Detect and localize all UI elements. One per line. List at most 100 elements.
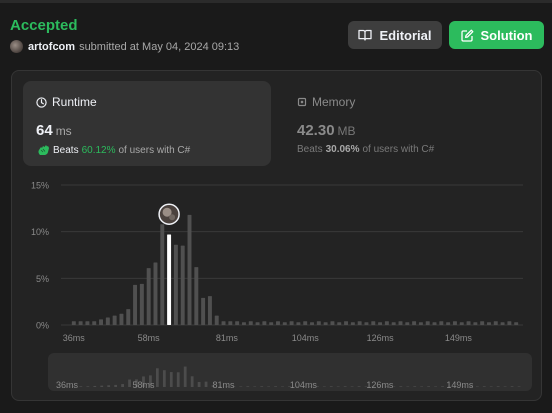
memory-unit: MB: [337, 124, 356, 138]
runtime-beats-pct: 60.12%: [81, 144, 116, 156]
x-tick-label: 58ms: [138, 333, 161, 343]
memory-value: 42.30: [297, 122, 335, 139]
user-avatar[interactable]: [10, 40, 23, 53]
runtime-beats-label: Beats: [53, 144, 79, 156]
x-tick-label: 104ms: [292, 333, 320, 343]
bar: [160, 224, 165, 325]
mini-bar: [190, 376, 194, 387]
mini-bar: [406, 386, 410, 387]
y-tick-label: 10%: [31, 227, 49, 237]
bar: [119, 313, 124, 325]
bar: [214, 315, 219, 325]
bar: [201, 297, 206, 325]
memory-title[interactable]: Memory: [297, 95, 355, 109]
mini-bar: [281, 386, 284, 387]
bar: [473, 322, 478, 325]
bar: [364, 322, 369, 325]
bar: [418, 322, 423, 325]
book-icon: [358, 29, 373, 41]
mini-bar: [336, 386, 340, 387]
memory-label: Memory: [312, 95, 356, 109]
bar: [357, 321, 362, 325]
mini-bar: [93, 385, 97, 387]
bar: [446, 322, 451, 325]
runtime-label: Runtime: [52, 95, 97, 109]
x-tick-label: 36ms: [63, 333, 86, 343]
bar: [139, 283, 144, 325]
solution-label: Solution: [480, 27, 533, 43]
y-tick-label: 5%: [36, 274, 49, 284]
mini-x-tick-label: 36ms: [56, 380, 79, 390]
memory-beats: Beats 30.06% of users with C#: [297, 144, 434, 155]
memory-beats-pct: 30.06%: [325, 144, 360, 155]
mini-bar: [475, 386, 479, 387]
editorial-button[interactable]: Editorial: [348, 21, 442, 49]
mini-bar: [357, 386, 361, 387]
mini-bar: [114, 384, 118, 387]
bar: [207, 296, 212, 325]
bar: [133, 284, 138, 325]
bar: [500, 322, 505, 325]
mini-bar: [183, 366, 187, 387]
mini-bar: [176, 372, 180, 387]
mini-bar: [204, 381, 208, 387]
solution-button[interactable]: Solution: [449, 21, 544, 49]
mini-bar: [100, 385, 104, 387]
bar: [459, 322, 464, 325]
username-link[interactable]: artofcom: [28, 41, 75, 53]
bar: [153, 262, 158, 325]
submission-info: artofcom submitted at May 04, 2024 09:13: [10, 40, 239, 53]
bar: [269, 322, 274, 325]
runtime-title: Runtime: [36, 95, 97, 109]
bar: [262, 321, 267, 325]
mini-bar: [267, 386, 271, 387]
y-tick-label: 0%: [36, 321, 49, 331]
mini-bar: [239, 386, 243, 387]
mini-bar: [441, 386, 444, 387]
bar: [180, 245, 185, 325]
runtime-distribution-chart[interactable]: 0% 5% 10% 15% 36ms 58ms 81ms 104ms 126ms 149ms: [23, 175, 533, 347]
runtime-beats-suffix: of users with C#: [118, 144, 191, 156]
bar: [146, 268, 151, 325]
bar: [466, 321, 471, 325]
submitted-time: submitted at May 04, 2024 09:13: [79, 40, 240, 53]
mini-bar: [162, 370, 166, 387]
mini-bar: [121, 384, 124, 387]
bar: [405, 322, 410, 325]
clap-icon: [38, 145, 49, 155]
bar: [425, 321, 430, 325]
bar: [323, 322, 328, 325]
mini-bar: [86, 386, 90, 387]
runtime-unit: ms: [55, 124, 72, 138]
bar: [99, 319, 104, 325]
bar: [187, 214, 192, 325]
mini-x-tick-label: 149ms: [446, 380, 474, 390]
bar: [432, 322, 437, 325]
mini-bar: [489, 386, 493, 387]
distribution-range-slider[interactable]: 36ms 58ms 81ms 104ms 126ms 149ms: [48, 353, 532, 391]
mini-bar: [427, 386, 431, 387]
bar: [105, 317, 110, 325]
top-divider: [0, 0, 552, 3]
bar: [391, 322, 396, 325]
bar: [316, 321, 321, 325]
mini-bar: [350, 386, 354, 387]
mini-bar: [253, 386, 257, 387]
x-tick-label: 126ms: [367, 333, 395, 343]
selected-bar: [167, 234, 172, 325]
bar: [282, 322, 287, 325]
mini-bar: [274, 386, 277, 387]
mini-bar: [510, 386, 514, 387]
mini-x-tick-label: 104ms: [290, 380, 318, 390]
bar: [92, 321, 97, 325]
mini-bar: [434, 386, 437, 387]
bar: [452, 321, 457, 325]
submission-status: Accepted: [10, 17, 78, 34]
mini-bar: [107, 385, 111, 387]
bar: [71, 321, 76, 325]
bar: [78, 321, 83, 325]
bar: [235, 321, 240, 325]
mini-bar: [343, 386, 347, 387]
bar: [85, 321, 90, 325]
runtime-value: 64: [36, 122, 53, 139]
